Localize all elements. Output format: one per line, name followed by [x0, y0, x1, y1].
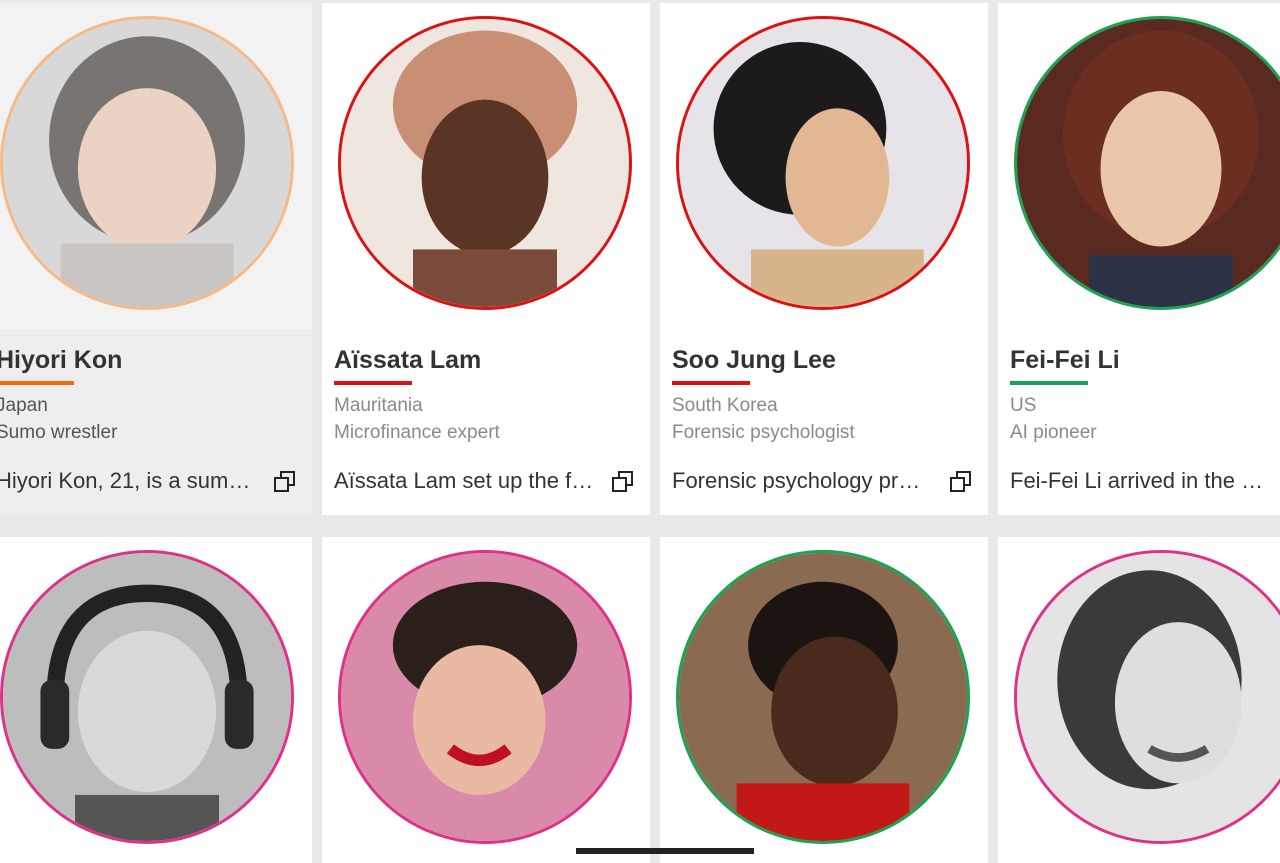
info-area: Aïssata Lam Mauritania Microfinance expe…: [322, 329, 650, 515]
profile-name: Soo Jung Lee: [672, 346, 836, 374]
profile-country: South Korea: [672, 395, 778, 416]
profile-country: US: [1010, 395, 1037, 416]
profile-bio: Fei-Fei Li arrived in the US: [1010, 468, 1270, 493]
name-underline: [334, 381, 412, 385]
portrait-image: [3, 553, 291, 841]
profile-card-aissata-lam[interactable]: Aïssata Lam Mauritania Microfinance expe…: [322, 3, 650, 515]
name-underline: [1010, 381, 1088, 385]
profile-role: Forensic psychologist: [672, 422, 855, 443]
profile-name: Fei-Fei Li: [1010, 346, 1120, 374]
name-underline: [0, 381, 74, 385]
portrait-photo: [338, 16, 632, 310]
profile-role: AI pioneer: [1010, 422, 1097, 443]
profile-name: Hiyori Kon: [0, 346, 123, 374]
portrait-photo: [0, 16, 294, 310]
profile-card-row2-3[interactable]: [660, 537, 988, 863]
portrait-image: [341, 19, 629, 307]
profile-role: Sumo wrestler: [0, 422, 118, 443]
profile-card-fei-fei-li[interactable]: Fei-Fei Li US AI pioneer Fei-Fei Li arri…: [998, 3, 1280, 515]
expand-icon[interactable]: [274, 471, 295, 492]
expand-icon[interactable]: [950, 471, 971, 492]
info-area: Soo Jung Lee South Korea Forensic psycho…: [660, 329, 988, 515]
portrait-image: [1017, 553, 1280, 841]
portrait-photo: [676, 550, 970, 844]
portrait-photo: [676, 16, 970, 310]
profile-card-row2-4[interactable]: [998, 537, 1280, 863]
profile-card-soo-jung-lee[interactable]: Soo Jung Lee South Korea Forensic psycho…: [660, 3, 988, 515]
name-underline: [672, 381, 750, 385]
profile-card-row2-1[interactable]: [0, 537, 312, 863]
photo-area: [322, 3, 650, 329]
photo-area: [0, 537, 312, 863]
photo-area: [0, 3, 312, 329]
profile-bio: Hiyori Kon, 21, is a sumo wrestler: [0, 468, 256, 493]
portrait-photo: [0, 550, 294, 844]
profile-card-row2-2[interactable]: [322, 537, 650, 863]
profile-name: Aïssata Lam: [334, 346, 482, 374]
portrait-photo: [1014, 16, 1280, 310]
profile-card-hiyori-kon[interactable]: Hiyori Kon Japan Sumo wrestler Hiyori Ko…: [0, 3, 312, 515]
portrait-photo: [1014, 550, 1280, 844]
info-area: Hiyori Kon Japan Sumo wrestler Hiyori Ko…: [0, 329, 312, 515]
profile-country: Japan: [0, 395, 48, 416]
photo-area: [322, 537, 650, 863]
photo-area: [998, 3, 1280, 329]
photo-area: [660, 3, 988, 329]
portrait-image: [1017, 19, 1280, 307]
scroll-indicator[interactable]: [576, 848, 754, 854]
photo-area: [660, 537, 988, 863]
photo-area: [998, 537, 1280, 863]
profile-country: Mauritania: [334, 395, 423, 416]
profile-role: Microfinance expert: [334, 422, 500, 443]
portrait-photo: [338, 550, 632, 844]
portrait-image: [679, 553, 967, 841]
portrait-image: [341, 553, 629, 841]
portrait-image: [3, 19, 291, 307]
profile-bio: Aïssata Lam set up the first microfinanc…: [334, 468, 594, 493]
profile-bio: Forensic psychology professor: [672, 468, 932, 493]
portrait-image: [679, 19, 967, 307]
info-area: Fei-Fei Li US AI pioneer Fei-Fei Li arri…: [998, 329, 1280, 515]
expand-icon[interactable]: [612, 471, 633, 492]
